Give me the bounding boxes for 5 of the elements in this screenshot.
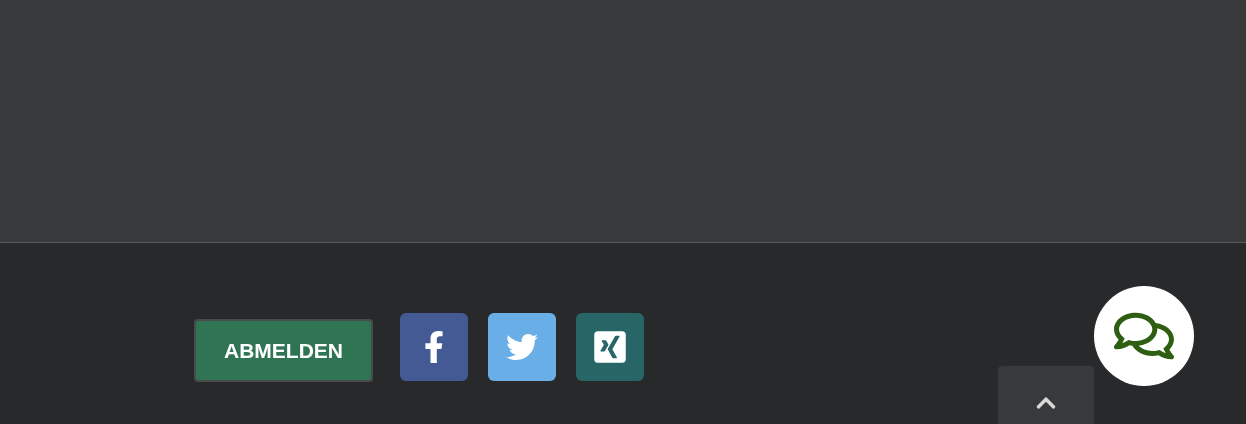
- xing-icon: [592, 329, 628, 365]
- unsubscribe-button[interactable]: ABMELDEN: [194, 319, 373, 382]
- xing-link[interactable]: [576, 313, 644, 381]
- bird-icon: [506, 331, 538, 363]
- facebook-link[interactable]: [400, 313, 468, 381]
